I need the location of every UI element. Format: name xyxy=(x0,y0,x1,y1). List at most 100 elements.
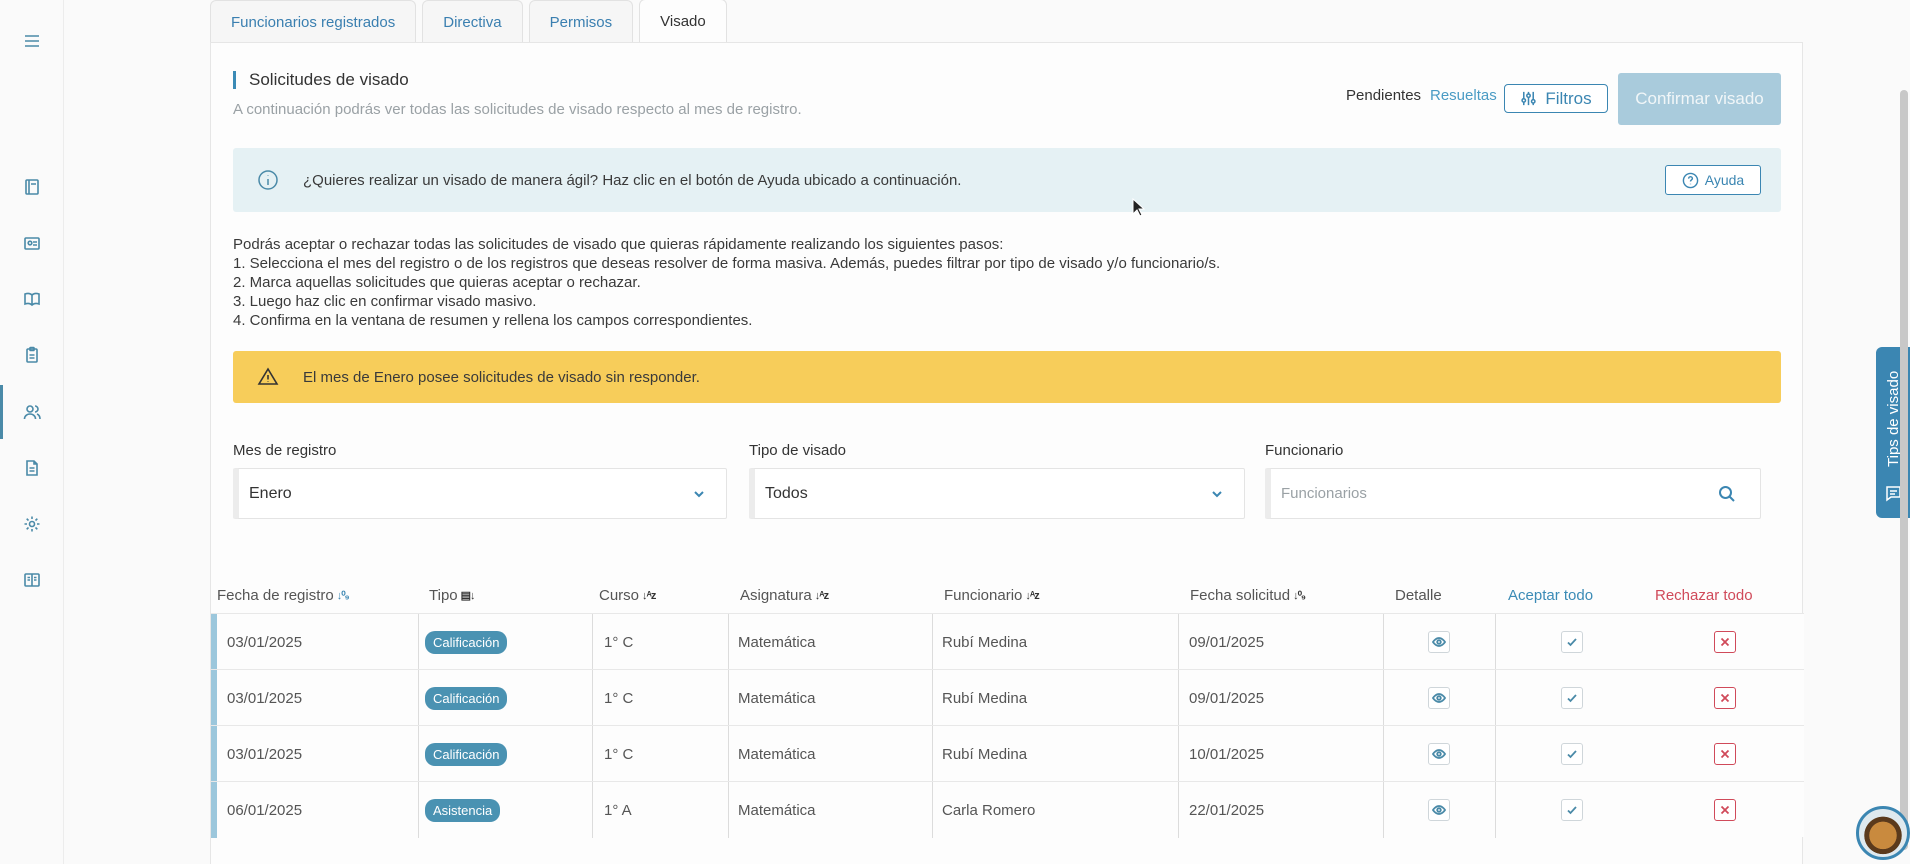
tab-directiva[interactable]: Directiva xyxy=(422,0,523,43)
view-detail-eye-icon[interactable] xyxy=(1428,799,1450,821)
tab-funcionarios-registrados[interactable]: Funcionarios registrados xyxy=(210,0,417,43)
sidebar-active-indicator xyxy=(0,385,3,439)
row-indicator xyxy=(211,670,217,726)
cell-fecha-registro: 06/01/2025 xyxy=(227,801,303,819)
cell-fecha-solicitud: 22/01/2025 xyxy=(1189,801,1265,819)
avatar[interactable] xyxy=(1856,806,1910,860)
col-funcionario[interactable]: Funcionario ↓ᴬz xyxy=(944,587,1040,604)
cell-asignatura: Matemática xyxy=(738,689,816,707)
instruction-step: 4. Confirma en la ventana de resumen y r… xyxy=(233,312,753,329)
view-detail-eye-icon[interactable] xyxy=(1428,743,1450,765)
view-detail-eye-icon[interactable] xyxy=(1428,631,1450,653)
warning-banner: El mes de Enero posee solicitudes de vis… xyxy=(233,351,1781,403)
type-select-value: Todos xyxy=(765,485,808,502)
instructions-intro: Podrás aceptar o rechazar todas las soli… xyxy=(233,236,1004,253)
month-filter-label: Mes de registro xyxy=(233,442,337,459)
col-funcionario-label: Funcionario xyxy=(944,587,1023,604)
cell-funcionario: Carla Romero xyxy=(942,801,1036,819)
info-text: ¿Quieres realizar un visado de manera ág… xyxy=(303,172,962,189)
mouse-cursor-icon xyxy=(1132,198,1146,217)
status-resueltas-toggle[interactable]: Resueltas xyxy=(1430,87,1497,104)
info-icon xyxy=(257,169,279,191)
official-filter-label: Funcionario xyxy=(1265,442,1344,459)
cell-curso: 1° C xyxy=(604,633,634,651)
cell-asignatura: Matemática xyxy=(738,745,816,763)
cell-asignatura: Matemática xyxy=(738,633,816,651)
search-icon[interactable] xyxy=(1718,485,1736,503)
type-filter-label: Tipo de visado xyxy=(749,442,847,459)
status-pendientes-toggle[interactable]: Pendientes xyxy=(1346,87,1421,104)
sort-alpha-icon[interactable]: ↓ᴬz xyxy=(815,590,829,602)
table-row: 03/01/2025 Calificación 1° C Matemática … xyxy=(211,669,1804,726)
tab-visado[interactable]: Visado xyxy=(639,0,727,43)
help-button[interactable]: Ayuda xyxy=(1665,165,1761,195)
table-header: Fecha de registro ↓⁰₉ Tipo ▤↓ Curso ↓ᴬz … xyxy=(211,583,1804,611)
col-tipo-label: Tipo xyxy=(429,587,458,604)
filters-button[interactable]: Filtros xyxy=(1504,84,1608,113)
col-asignatura[interactable]: Asignatura ↓ᴬz xyxy=(740,587,829,604)
cell-fecha-solicitud: 09/01/2025 xyxy=(1189,633,1265,651)
type-badge: Asistencia xyxy=(425,798,501,822)
cell-asignatura: Matemática xyxy=(738,801,816,819)
cell-fecha-solicitud: 09/01/2025 xyxy=(1189,689,1265,707)
table-row: 03/01/2025 Calificación 1° C Matemática … xyxy=(211,613,1804,670)
cell-fecha-registro: 03/01/2025 xyxy=(227,633,303,651)
accept-checkbox[interactable] xyxy=(1561,631,1583,653)
type-badge: Calificación xyxy=(425,742,508,766)
cell-funcionario: Rubí Medina xyxy=(942,745,1028,763)
type-select[interactable]: Todos xyxy=(749,468,1245,519)
sort-alpha-icon[interactable]: ↓ᴬz xyxy=(642,590,656,602)
col-fecha-registro[interactable]: Fecha de registro ↓⁰₉ xyxy=(217,587,350,604)
official-search-input[interactable]: Funcionarios xyxy=(1265,468,1761,519)
sort-alpha-icon[interactable]: ↓ᴬz xyxy=(1025,590,1039,602)
chevron-down-icon xyxy=(1210,487,1224,501)
sidebar xyxy=(0,0,64,864)
col-fecha-registro-label: Fecha de registro xyxy=(217,587,334,604)
question-icon xyxy=(1682,172,1699,188)
id-card-icon[interactable] xyxy=(22,233,42,253)
warning-icon xyxy=(257,366,279,388)
document-icon[interactable] xyxy=(22,458,42,478)
col-tipo[interactable]: Tipo ▤↓ xyxy=(429,587,476,604)
row-indicator xyxy=(211,726,217,782)
cell-fecha-solicitud: 10/01/2025 xyxy=(1189,745,1265,763)
gear-icon[interactable] xyxy=(22,514,42,534)
col-curso[interactable]: Curso ↓ᴬz xyxy=(599,587,656,604)
accept-all-button[interactable]: Aceptar todo xyxy=(1508,587,1593,604)
reject-checkbox[interactable] xyxy=(1714,799,1736,821)
tab-permisos[interactable]: Permisos xyxy=(528,0,634,43)
help-button-label: Ayuda xyxy=(1704,172,1745,188)
accept-checkbox[interactable] xyxy=(1561,799,1583,821)
reject-checkbox[interactable] xyxy=(1714,631,1736,653)
scrollbar[interactable] xyxy=(1900,90,1908,850)
col-detalle: Detalle xyxy=(1395,587,1442,604)
instructions: Podrás aceptar o rechazar todas las soli… xyxy=(233,235,1220,330)
accept-checkbox[interactable] xyxy=(1561,687,1583,709)
cell-curso: 1° A xyxy=(604,801,632,819)
reject-all-button[interactable]: Rechazar todo xyxy=(1655,587,1753,604)
col-asignatura-label: Asignatura xyxy=(740,587,812,604)
official-search-placeholder: Funcionarios xyxy=(1281,485,1367,502)
confirm-visado-button[interactable]: Confirmar visado xyxy=(1618,73,1781,125)
table-row: 06/01/2025 Asistencia 1° A Matemática Ca… xyxy=(211,781,1804,838)
sort-numeric-icon[interactable]: ↓⁰₉ xyxy=(337,589,350,602)
sort-grid-icon[interactable]: ▤↓ xyxy=(461,589,476,602)
users-icon[interactable] xyxy=(22,402,42,422)
clipboard-icon[interactable] xyxy=(22,345,42,365)
reject-checkbox[interactable] xyxy=(1714,687,1736,709)
tab-bar: Funcionarios registrados Directiva Permi… xyxy=(210,0,727,43)
notebook-icon[interactable] xyxy=(22,177,42,197)
section-subtitle: A continuación podrás ver todas las soli… xyxy=(233,101,802,118)
col-fecha-solicitud[interactable]: Fecha solicitud ↓⁰₉ xyxy=(1190,587,1306,604)
open-book-icon[interactable] xyxy=(22,570,42,590)
book-icon[interactable] xyxy=(22,289,42,309)
accept-checkbox[interactable] xyxy=(1561,743,1583,765)
reject-checkbox[interactable] xyxy=(1714,743,1736,765)
menu-icon[interactable] xyxy=(22,31,42,51)
month-select[interactable]: Enero xyxy=(233,468,727,519)
row-indicator xyxy=(211,614,217,670)
sort-numeric-icon[interactable]: ↓⁰₉ xyxy=(1293,589,1306,602)
table-row: 03/01/2025 Calificación 1° C Matemática … xyxy=(211,725,1804,782)
view-detail-eye-icon[interactable] xyxy=(1428,687,1450,709)
chevron-down-icon xyxy=(692,487,706,501)
